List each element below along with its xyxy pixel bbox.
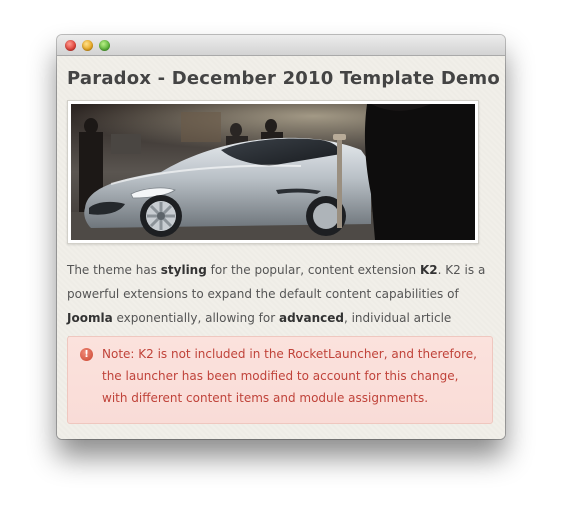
- paragraph-text: , individual article: [343, 311, 452, 325]
- window-zoom-button[interactable]: [99, 40, 110, 51]
- browser-window: Paradox - December 2010 Template Demo Th…: [57, 35, 505, 439]
- paragraph-text: The theme has: [67, 263, 161, 277]
- window-close-button[interactable]: [65, 40, 76, 51]
- paragraph-bold-k2: K2: [419, 263, 438, 277]
- paragraph-bold-styling: styling: [160, 263, 207, 277]
- featured-image-frame: [67, 100, 479, 244]
- paragraph-text: exponentially, allowing for: [112, 311, 279, 325]
- car-photo: [71, 104, 475, 240]
- paragraph-bold-advanced: advanced: [278, 311, 344, 325]
- paragraph-text: for the popular, content extension: [206, 263, 420, 277]
- note-text: Note: K2 is not included in the RocketLa…: [102, 347, 477, 405]
- screenshot-stage: Paradox - December 2010 Template Demo Th…: [0, 0, 562, 519]
- page-content: Paradox - December 2010 Template Demo Th…: [57, 56, 505, 439]
- window-minimize-button[interactable]: [82, 40, 93, 51]
- page-title: Paradox - December 2010 Template Demo: [67, 68, 500, 89]
- window-title-bar[interactable]: [57, 35, 505, 56]
- paragraph-bold-joomla: Joomla: [67, 311, 113, 325]
- exclamation-icon: !: [80, 348, 93, 361]
- note-alert-box: ! Note: K2 is not included in the Rocket…: [67, 336, 493, 424]
